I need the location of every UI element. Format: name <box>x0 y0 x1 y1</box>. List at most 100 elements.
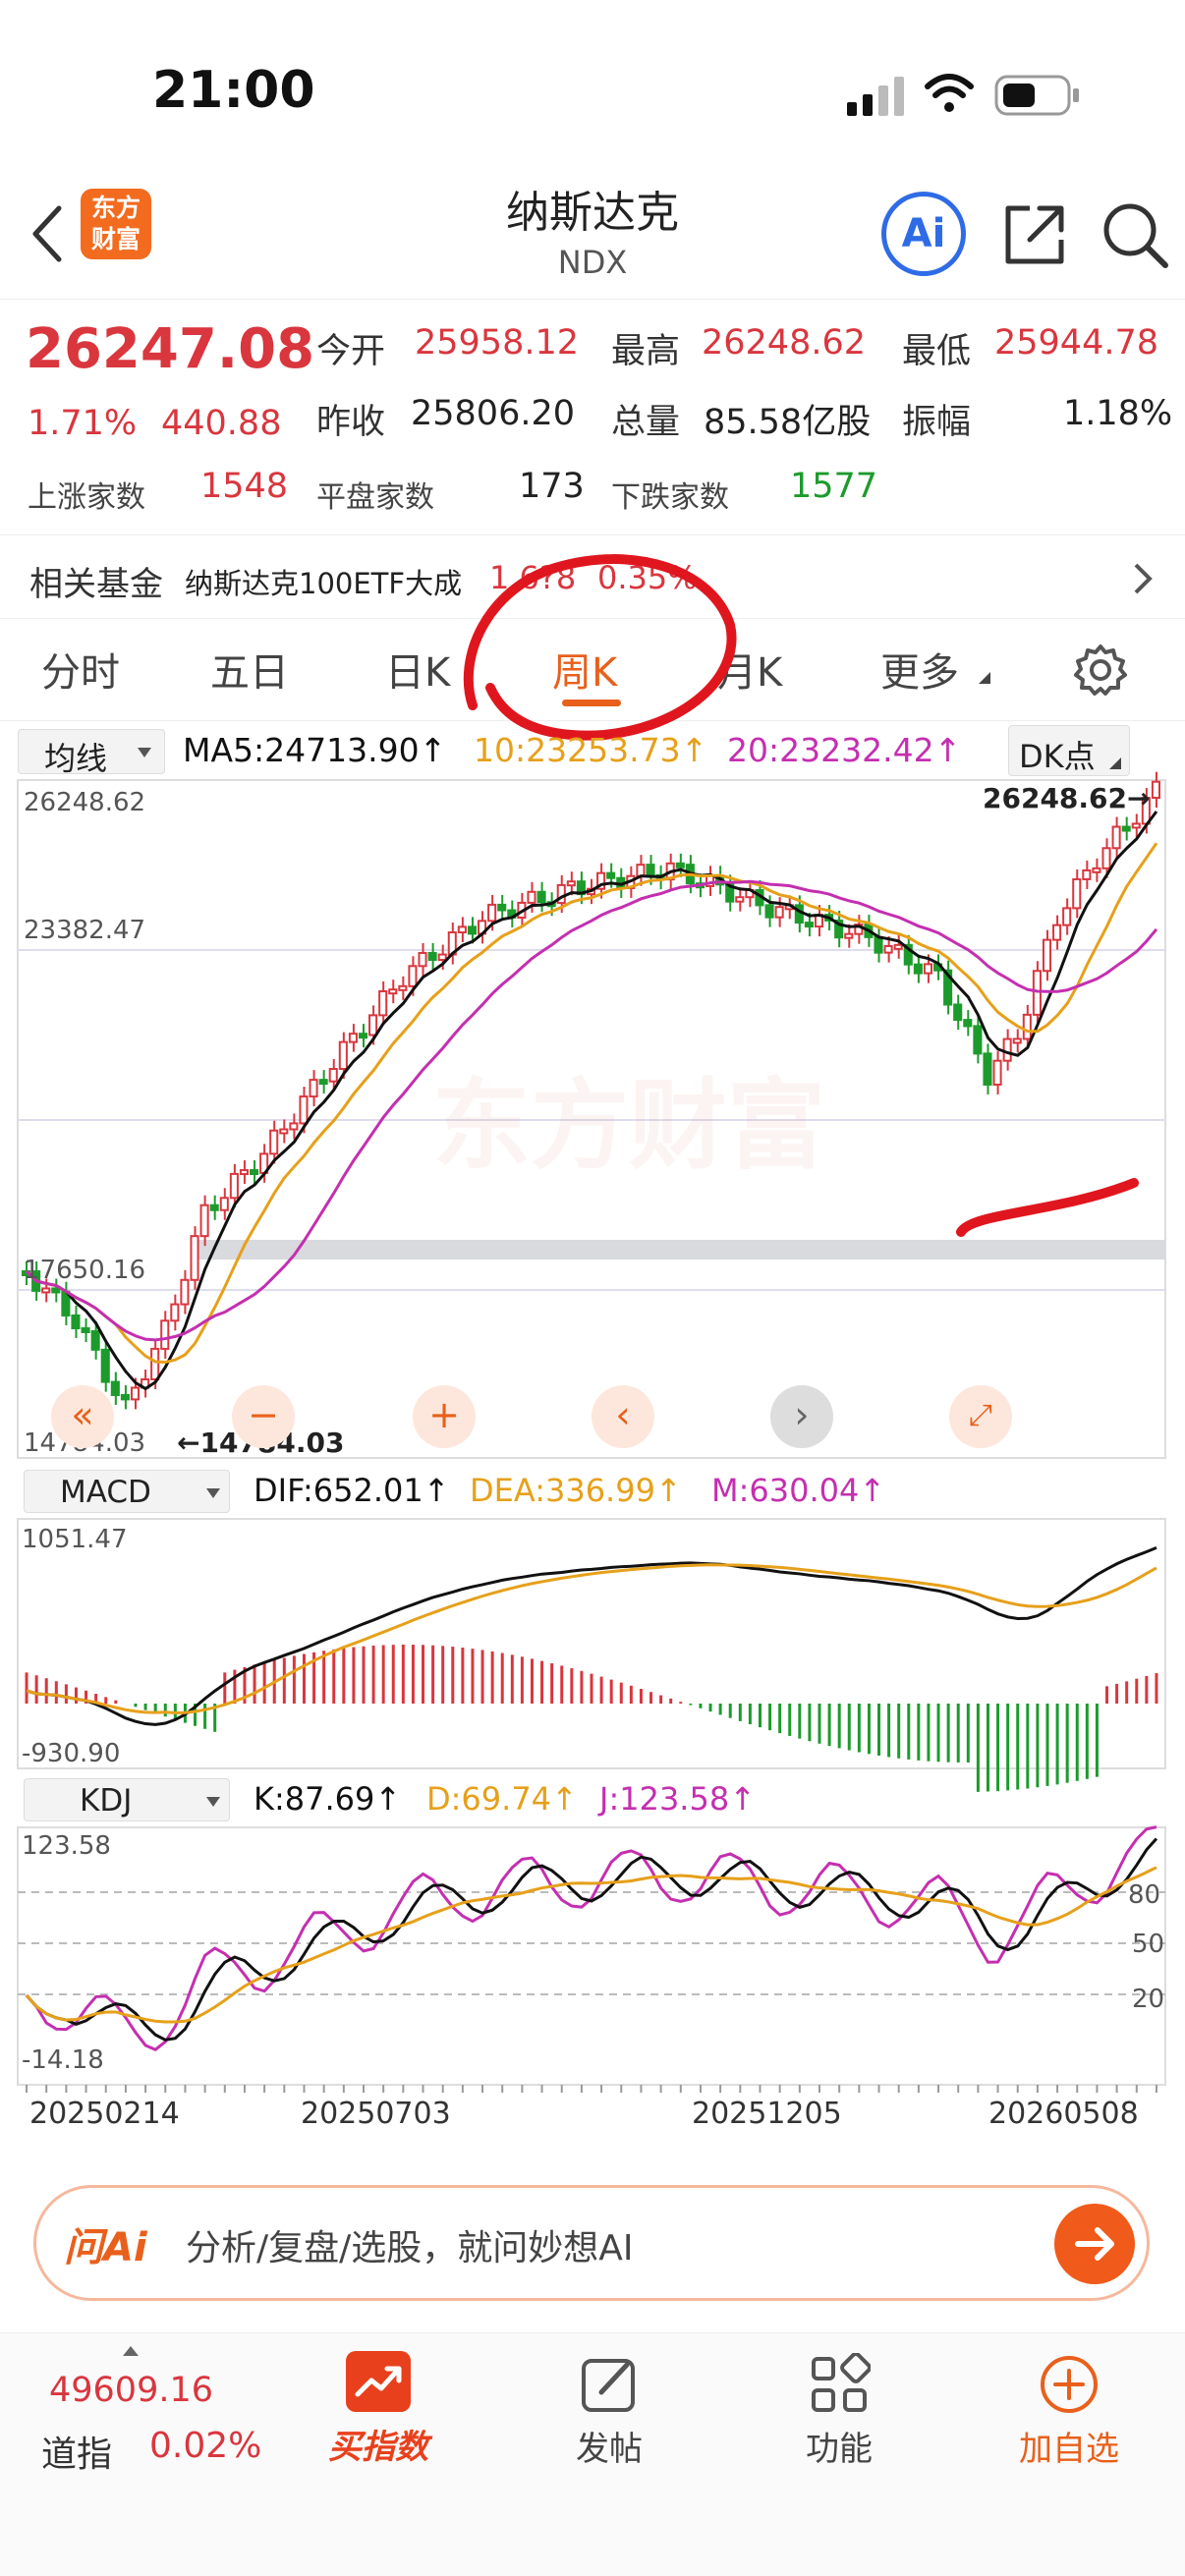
candle <box>110 1380 120 1396</box>
candle <box>418 952 427 968</box>
candle <box>269 1129 279 1155</box>
buy-index-label[interactable]: 买指数 <box>314 2420 442 2468</box>
candle <box>289 1122 299 1131</box>
candle <box>1032 970 1042 1016</box>
ma10-value: 10:23253.73↑ <box>474 731 708 769</box>
down-count: 1577 <box>790 467 878 506</box>
prev-close-label: 昨收 <box>316 403 386 442</box>
status-bar: 21:00 <box>0 0 1185 167</box>
candle <box>983 1052 992 1086</box>
candle <box>973 1025 983 1055</box>
down-count-label: 下跌家数 <box>611 480 729 515</box>
gear-icon[interactable] <box>1073 643 1128 698</box>
candle <box>219 1197 229 1211</box>
fund-label: 相关基金 <box>29 565 163 604</box>
candle <box>328 1067 338 1083</box>
candle <box>992 1059 1002 1086</box>
candle <box>1052 924 1062 941</box>
candle <box>1042 938 1052 973</box>
ai-ask-bar[interactable]: 问Ai 分析/复盘/选股，就问妙想AI <box>33 2185 1150 2301</box>
up-count-label: 上涨家数 <box>28 480 145 515</box>
function-label[interactable]: 功能 <box>770 2422 908 2470</box>
tab-intraday[interactable]: 分时 <box>41 641 120 698</box>
kdj-level-50: 50 <box>1132 1930 1165 1959</box>
candle <box>427 952 437 962</box>
candle <box>51 1287 61 1294</box>
ai-send-button[interactable] <box>1054 2204 1135 2284</box>
volume-value: 85.58亿股 <box>704 403 872 442</box>
chevron-down-icon <box>138 748 151 757</box>
zoom-in-button[interactable]: + <box>413 1385 476 1448</box>
candle <box>130 1386 141 1401</box>
candle <box>457 925 467 934</box>
kdj-selector[interactable]: KDJ <box>24 1778 230 1821</box>
kdj-d: D:69.74↑ <box>426 1780 578 1818</box>
dk-point-button[interactable]: DK点 <box>1008 725 1130 776</box>
candle <box>358 1033 368 1039</box>
candle <box>209 1204 219 1211</box>
candle <box>913 963 923 975</box>
add-watchlist-label[interactable]: 加自选 <box>1000 2422 1138 2470</box>
amplitude-label: 振幅 <box>902 403 972 442</box>
candle <box>606 871 616 879</box>
kdj-frame <box>17 1826 1166 2086</box>
high-value: 26248.62 <box>702 323 867 363</box>
candle <box>874 935 883 954</box>
candle <box>1111 825 1121 850</box>
candle <box>348 1033 358 1043</box>
y-label-top: 26248.62 <box>24 788 146 817</box>
dji-value[interactable]: 49609.16 <box>49 2371 213 2410</box>
candle <box>1121 825 1131 832</box>
candle <box>279 1128 289 1135</box>
zoom-out-button[interactable]: − <box>232 1385 295 1448</box>
ma5-value: MA5:24713.90↑ <box>183 731 447 769</box>
candle <box>71 1314 81 1329</box>
candle <box>675 862 685 868</box>
candle <box>646 864 655 876</box>
share-icon[interactable] <box>1000 200 1069 269</box>
candle <box>150 1347 160 1380</box>
candle <box>309 1079 318 1098</box>
dji-pct[interactable]: 0.02% <box>149 2426 261 2466</box>
signal-icon <box>847 77 904 116</box>
macd-y-top: 1051.47 <box>22 1525 128 1554</box>
battery-icon <box>994 75 1079 116</box>
candle <box>120 1393 130 1401</box>
date-label-4: 20260508 <box>988 2097 1139 2131</box>
tab-daily-k[interactable]: 日K <box>385 641 450 698</box>
candle <box>378 990 388 1017</box>
last-price: 26247.08 <box>26 317 315 381</box>
scroll-left-button[interactable]: ‹ <box>592 1385 654 1448</box>
tab-five-day[interactable]: 五日 <box>210 641 289 698</box>
candle <box>1092 867 1101 873</box>
candle <box>1101 847 1111 869</box>
search-icon[interactable] <box>1100 200 1171 271</box>
dji-label[interactable]: 道指 <box>41 2426 112 2477</box>
candle <box>1022 1013 1032 1040</box>
rewind-button[interactable]: « <box>51 1385 114 1448</box>
edit-icon[interactable] <box>578 2353 641 2416</box>
dropdown-triangle-icon <box>1109 757 1121 769</box>
fullscreen-button[interactable]: ⤢ <box>949 1385 1012 1448</box>
macd-dif: DIF:652.01↑ <box>254 1472 450 1509</box>
trend-chart-icon[interactable] <box>346 2351 411 2412</box>
candle <box>229 1172 239 1200</box>
candle <box>467 925 478 935</box>
candle <box>893 943 903 950</box>
grid-apps-icon[interactable] <box>808 2353 871 2416</box>
candle <box>388 988 398 995</box>
candle <box>81 1326 90 1333</box>
candle <box>1131 822 1141 829</box>
add-circle-icon[interactable] <box>1038 2353 1100 2416</box>
candle <box>953 1003 963 1022</box>
ai-button[interactable]: Ai <box>881 192 966 276</box>
candle <box>764 904 774 919</box>
tab-more[interactable]: 更多 <box>880 641 959 698</box>
macd-selector[interactable]: MACD <box>24 1470 230 1513</box>
candle <box>536 890 546 904</box>
candle <box>636 864 646 877</box>
ma-selector[interactable]: 均线 <box>18 729 165 777</box>
scroll-right-button[interactable]: › <box>770 1385 833 1448</box>
ai-input-placeholder[interactable]: 分析/复盘/选股，就问妙想AI <box>186 2219 634 2270</box>
post-label[interactable]: 发帖 <box>540 2422 678 2470</box>
